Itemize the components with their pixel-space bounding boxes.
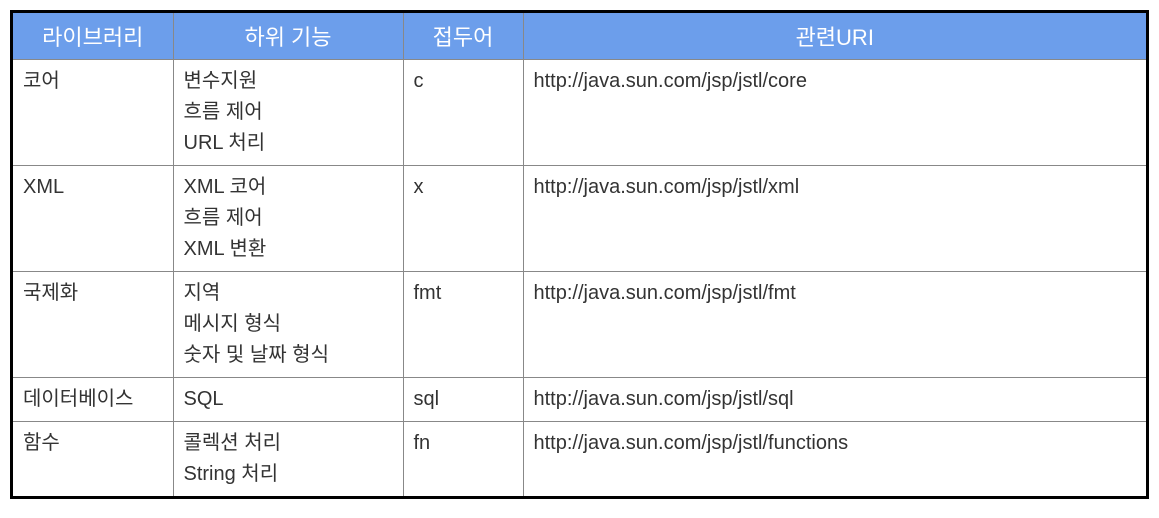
- cell-subfunction: XML 코어 흐름 제어 XML 변환: [173, 166, 403, 272]
- cell-prefix: c: [403, 60, 523, 166]
- cell-uri: http://java.sun.com/jsp/jstl/core: [523, 60, 1146, 166]
- header-library: 라이브러리: [13, 13, 173, 60]
- cell-prefix: x: [403, 166, 523, 272]
- jstl-table-container: 라이브러리 하위 기능 접두어 관련URI 코어 변수지원 흐름 제어 URL …: [10, 10, 1149, 499]
- cell-uri: http://java.sun.com/jsp/jstl/fmt: [523, 272, 1146, 378]
- cell-library: 국제화: [13, 272, 173, 378]
- cell-library: 코어: [13, 60, 173, 166]
- cell-uri: http://java.sun.com/jsp/jstl/sql: [523, 378, 1146, 422]
- cell-prefix: fn: [403, 422, 523, 497]
- header-prefix: 접두어: [403, 13, 523, 60]
- cell-uri: http://java.sun.com/jsp/jstl/xml: [523, 166, 1146, 272]
- cell-subfunction: SQL: [173, 378, 403, 422]
- header-subfunction: 하위 기능: [173, 13, 403, 60]
- table-row: 국제화 지역 메시지 형식 숫자 및 날짜 형식 fmt http://java…: [13, 272, 1146, 378]
- cell-prefix: fmt: [403, 272, 523, 378]
- cell-library: XML: [13, 166, 173, 272]
- cell-subfunction: 변수지원 흐름 제어 URL 처리: [173, 60, 403, 166]
- table-row: XML XML 코어 흐름 제어 XML 변환 x http://java.su…: [13, 166, 1146, 272]
- header-uri: 관련URI: [523, 13, 1146, 60]
- cell-uri: http://java.sun.com/jsp/jstl/functions: [523, 422, 1146, 497]
- table-row: 함수 콜렉션 처리 String 처리 fn http://java.sun.c…: [13, 422, 1146, 497]
- table-row: 코어 변수지원 흐름 제어 URL 처리 c http://java.sun.c…: [13, 60, 1146, 166]
- cell-prefix: sql: [403, 378, 523, 422]
- jstl-table: 라이브러리 하위 기능 접두어 관련URI 코어 변수지원 흐름 제어 URL …: [13, 13, 1146, 496]
- cell-subfunction: 지역 메시지 형식 숫자 및 날짜 형식: [173, 272, 403, 378]
- table-row: 데이터베이스 SQL sql http://java.sun.com/jsp/j…: [13, 378, 1146, 422]
- table-header-row: 라이브러리 하위 기능 접두어 관련URI: [13, 13, 1146, 60]
- cell-library: 함수: [13, 422, 173, 497]
- cell-subfunction: 콜렉션 처리 String 처리: [173, 422, 403, 497]
- cell-library: 데이터베이스: [13, 378, 173, 422]
